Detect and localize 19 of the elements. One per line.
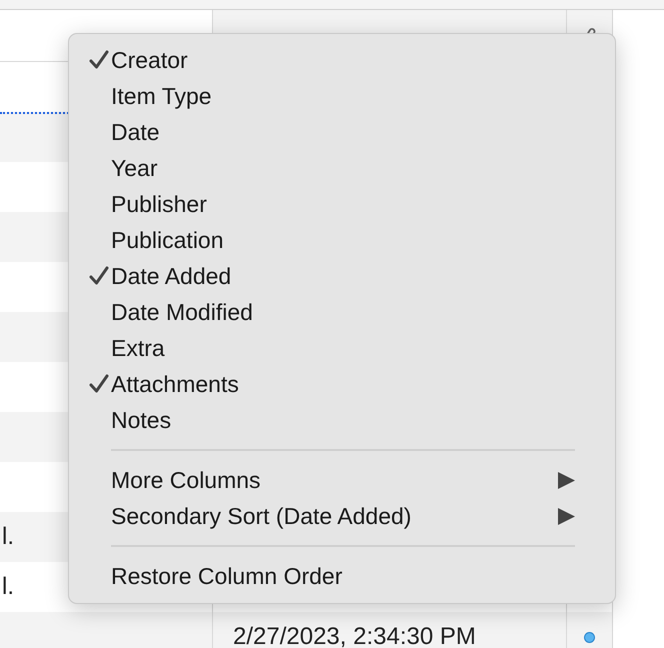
- menu-item[interactable]: More Columns: [69, 462, 615, 498]
- menu-item[interactable]: Secondary Sort (Date Added): [69, 498, 615, 534]
- menu-item[interactable]: Publication: [69, 222, 615, 258]
- menu-item[interactable]: Extra: [69, 330, 615, 366]
- menu-item[interactable]: Date Added: [69, 258, 615, 294]
- table-cell: l.: [2, 523, 14, 551]
- table-cell: 2/27/2023, 2:34:30 PM: [233, 623, 476, 648]
- submenu-arrow-icon: [558, 472, 575, 488]
- menu-item[interactable]: Date: [69, 114, 615, 150]
- menu-item[interactable]: Restore Column Order: [69, 558, 615, 594]
- menu-item[interactable]: Creator: [69, 42, 615, 78]
- table-cell: l.: [2, 573, 14, 601]
- submenu-arrow-icon: [558, 508, 575, 524]
- menu-item[interactable]: Date Modified: [69, 294, 615, 330]
- menu-item[interactable]: Attachments: [69, 366, 615, 402]
- menu-item[interactable]: Notes: [69, 402, 615, 438]
- menu-item[interactable]: Year: [69, 150, 615, 186]
- menu-item[interactable]: Item Type: [69, 78, 615, 114]
- menu-item[interactable]: Publisher: [69, 186, 615, 222]
